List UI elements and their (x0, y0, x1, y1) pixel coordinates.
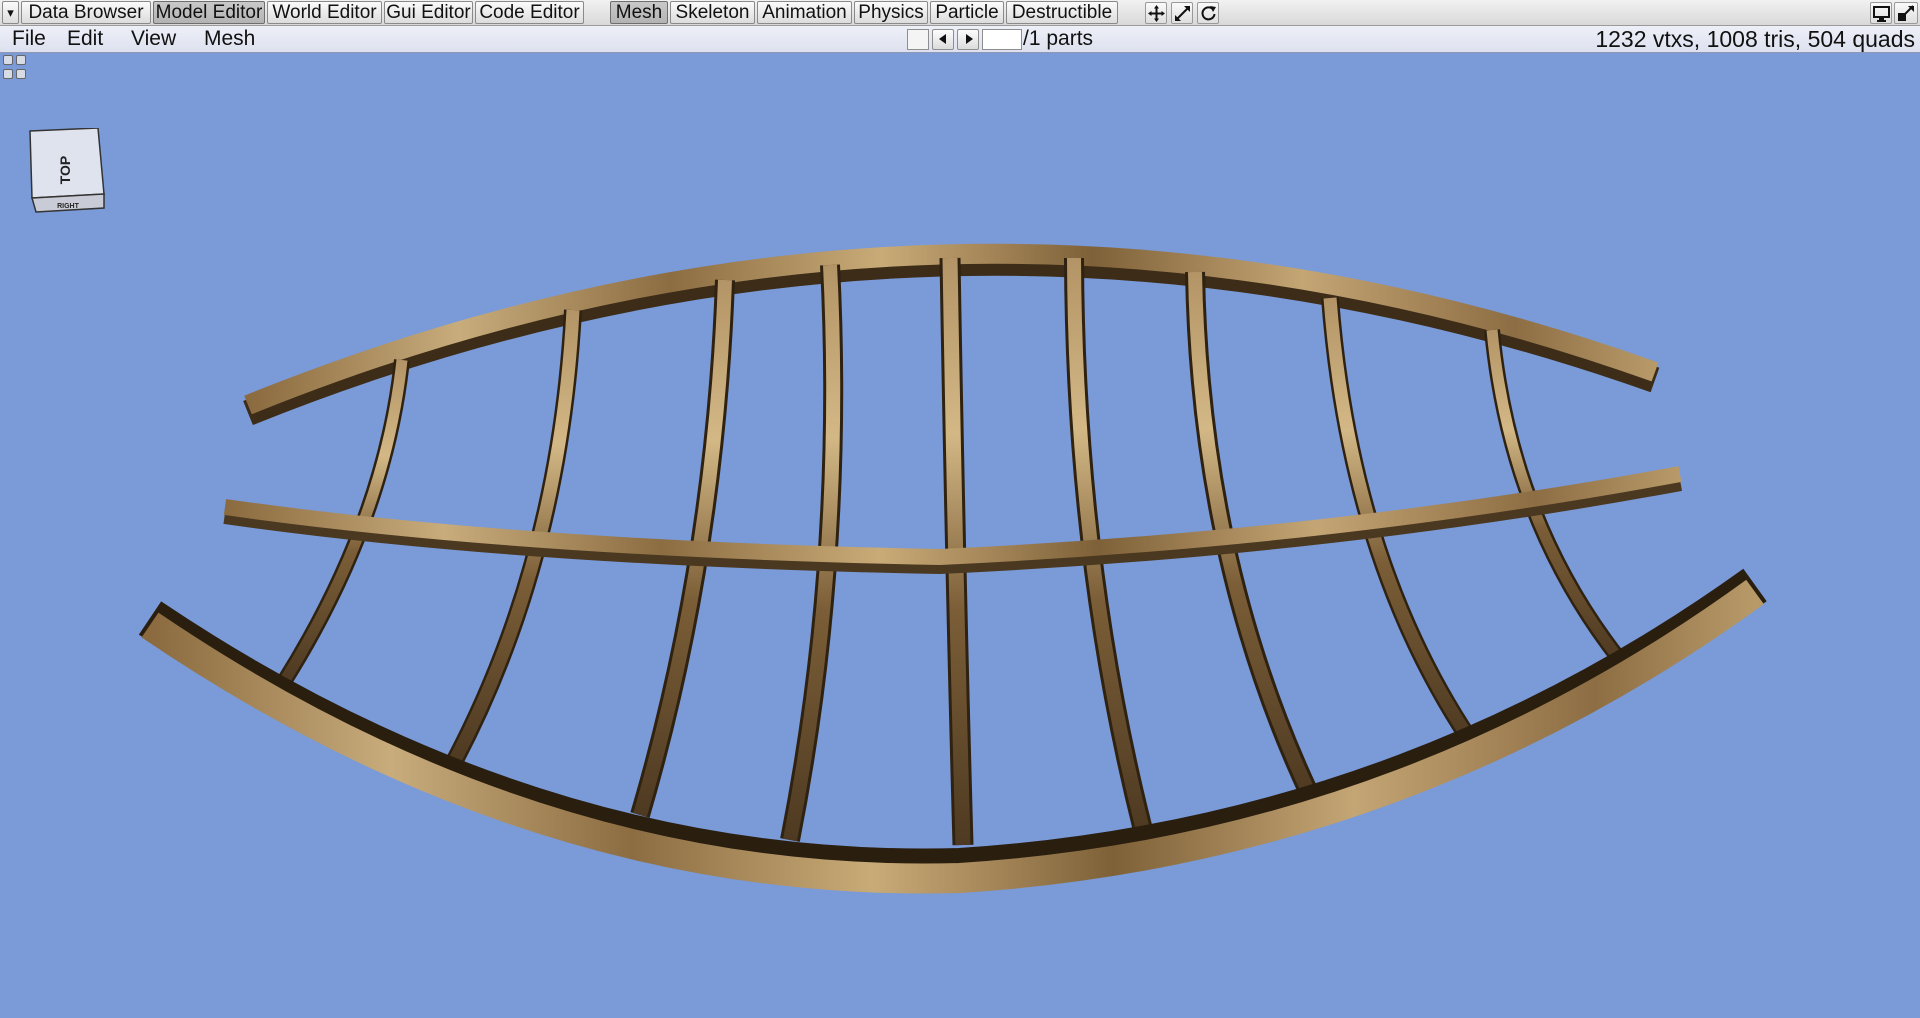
mode-animation[interactable]: Animation (757, 1, 852, 24)
part-index-input[interactable] (982, 29, 1022, 50)
fullscreen-icon[interactable] (1894, 2, 1918, 24)
menu-view[interactable]: View (131, 27, 176, 51)
part-checkbox[interactable] (907, 29, 929, 50)
top-toolbar: ▾ Data Browser Model Editor World Editor… (0, 0, 1920, 26)
mesh-render (138, 243, 1767, 894)
menu-bar: File Edit View Mesh /1 parts 1232 vtxs, … (0, 26, 1920, 53)
menu-mesh[interactable]: Mesh (204, 27, 255, 51)
tab-data-browser[interactable]: Data Browser (21, 1, 151, 24)
tab-model-editor[interactable]: Model Editor (153, 1, 265, 24)
mode-particle[interactable]: Particle (930, 1, 1004, 24)
parts-count-label: /1 parts (1023, 27, 1094, 50)
next-part-button[interactable] (957, 29, 979, 50)
mode-destructible[interactable]: Destructible (1006, 1, 1118, 24)
menu-edit[interactable]: Edit (67, 27, 103, 51)
mode-mesh[interactable]: Mesh (610, 1, 668, 24)
menu-file[interactable]: File (12, 27, 46, 51)
scale-icon[interactable] (1171, 2, 1193, 24)
tab-code-editor[interactable]: Code Editor (475, 1, 584, 24)
tab-world-editor[interactable]: World Editor (267, 1, 382, 24)
rotate-icon[interactable] (1197, 2, 1219, 24)
dropdown-arrow-button[interactable]: ▾ (2, 1, 19, 24)
mode-skeleton[interactable]: Skeleton (670, 1, 755, 24)
mesh-stats: 1232 vtxs, 1008 tris, 504 quads (1595, 26, 1915, 52)
tab-gui-editor[interactable]: Gui Editor (384, 1, 473, 24)
monitor-icon[interactable] (1870, 2, 1892, 24)
move-icon[interactable] (1145, 2, 1167, 24)
3d-viewport[interactable]: TOP RIGHT (0, 53, 1920, 1018)
prev-part-button[interactable] (932, 29, 954, 50)
mode-physics[interactable]: Physics (854, 1, 928, 24)
